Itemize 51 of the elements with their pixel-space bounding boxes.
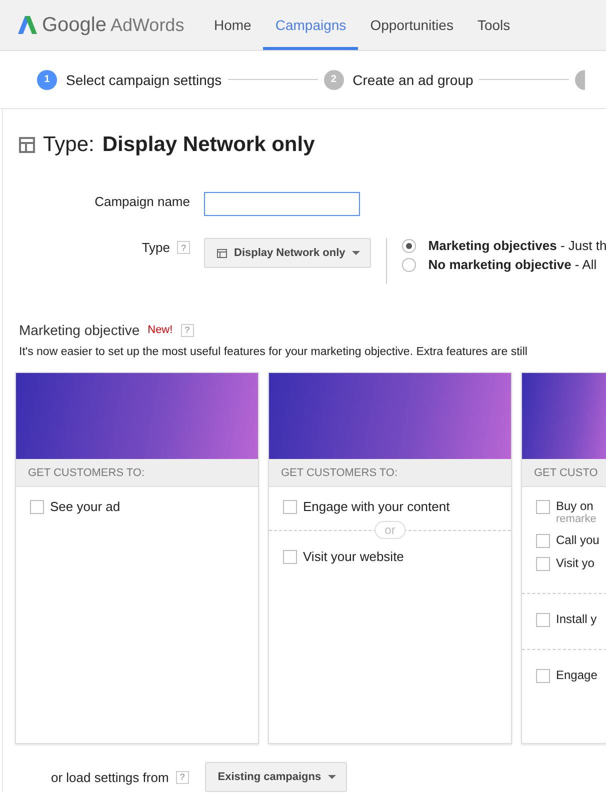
field-label: Type [142, 240, 170, 255]
card-heading: GET CUSTOMERS TO: [269, 459, 511, 487]
checkbox[interactable] [536, 534, 550, 548]
new-label: New! [148, 324, 173, 336]
checkbox[interactable] [283, 500, 297, 514]
help-icon[interactable]: ? [177, 241, 190, 254]
logo-product-text: AdWords [110, 14, 184, 36]
help-icon[interactable]: ? [180, 324, 194, 336]
radio-button[interactable] [402, 258, 416, 272]
radio-label: No marketing objective - All [428, 257, 597, 272]
layout-icon [19, 137, 35, 153]
nav-tab[interactable]: Tools [465, 3, 522, 50]
card-heading: GET CUSTO [522, 459, 606, 487]
caret-icon [328, 775, 336, 779]
step-number: 2 [324, 70, 344, 90]
checkbox-label: Buy on remarke [556, 499, 596, 525]
field-label: Campaign name [94, 193, 190, 209]
radio-label: Marketing objectives - Just th [428, 238, 606, 253]
step-label: Select campaign settings [66, 72, 222, 88]
help-icon[interactable]: ? [176, 770, 189, 784]
or-divider: or [374, 521, 406, 539]
logo-text: Google [42, 14, 106, 36]
checkbox-label: Engage [556, 668, 598, 682]
checkbox-label: Visit your website [303, 549, 404, 564]
checkbox[interactable] [536, 613, 550, 627]
card-heading: GET CUSTOMERS TO: [16, 459, 258, 487]
nav-tab[interactable]: Home [202, 3, 264, 50]
campaign-name-field[interactable] [204, 192, 360, 216]
page-title: Type: Display Network only [43, 133, 315, 157]
folder-icon [217, 248, 227, 258]
campaigns-dropdown[interactable]: Existing campaigns [204, 762, 348, 792]
checkbox-label: Engage with your content [303, 499, 450, 514]
checkbox-label: Visit yo [556, 556, 594, 570]
type-dropdown[interactable]: Display Network only [204, 238, 372, 268]
checkbox[interactable] [30, 500, 44, 514]
step-label: Create an ad group [352, 72, 474, 88]
section-title: Marketing objective [19, 322, 140, 338]
load-label: or load settings from [51, 770, 169, 784]
section-description: It's now easier to set up the most useful features for your marketing objective. Extra features are still [19, 346, 528, 358]
checkbox-label: Install y [556, 612, 597, 626]
logo-icon [16, 14, 38, 36]
checkbox-label: See your ad [50, 499, 120, 514]
caret-icon [352, 251, 360, 255]
nav-tab[interactable]: Opportunities [358, 3, 466, 50]
checkbox[interactable] [283, 550, 297, 564]
checkbox[interactable] [536, 669, 550, 683]
step-number: 1 [37, 70, 57, 90]
checkbox-label: Call you [556, 533, 600, 547]
checkbox[interactable] [536, 557, 550, 571]
checkbox[interactable] [536, 500, 550, 514]
radio-button[interactable] [402, 238, 416, 252]
